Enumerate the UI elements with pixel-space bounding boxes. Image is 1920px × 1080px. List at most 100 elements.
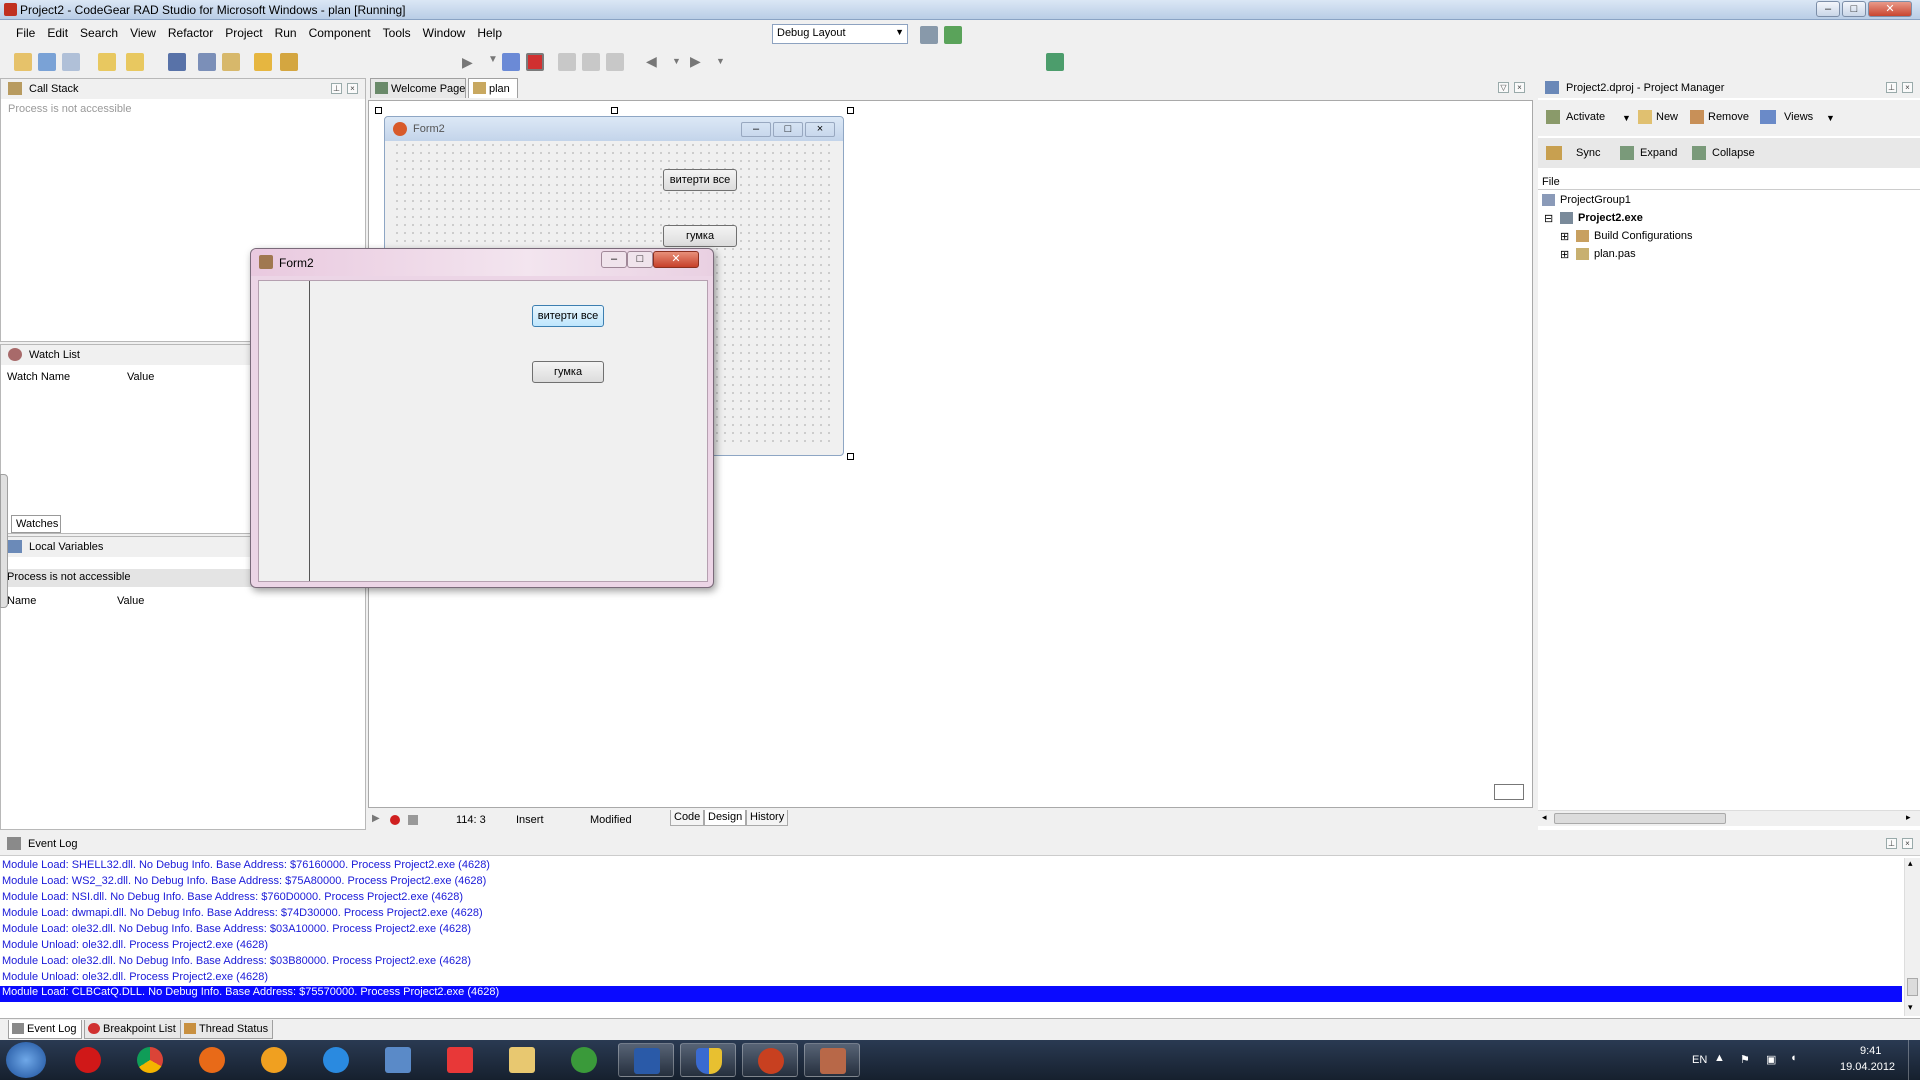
word-taskbar-button[interactable] <box>618 1043 674 1077</box>
network-icon[interactable]: ▣ <box>1766 1053 1776 1066</box>
tab-breakpoint-list[interactable]: Breakpoint List <box>84 1020 181 1039</box>
expand-button[interactable]: Expand <box>1620 146 1677 160</box>
record-macro-icon[interactable] <box>390 815 400 825</box>
log-line[interactable]: Module Load: ole32.dll. No Debug Info. B… <box>2 923 471 939</box>
set-debug-desktop-icon[interactable] <box>944 26 962 44</box>
forward-icon[interactable]: ▶ <box>690 53 701 70</box>
pause-icon[interactable] <box>502 53 520 71</box>
selection-handle[interactable] <box>375 107 382 114</box>
tray-expand-icon[interactable]: ▲ <box>1714 1052 1725 1064</box>
running-form-window[interactable]: Form2 – □ ✕ витерти все гумка <box>250 248 714 588</box>
pin-icon[interactable]: ⊥ <box>1886 838 1897 849</box>
tree-item-project2[interactable]: ⊟ Project2.exe <box>1542 212 1643 225</box>
menu-run[interactable]: Run <box>269 23 303 45</box>
menu-edit[interactable]: Edit <box>41 23 74 45</box>
tree-item-build-configurations[interactable]: ⊞ Build Configurations <box>1558 230 1692 243</box>
maximize-button[interactable]: □ <box>1842 1 1866 17</box>
remove-button[interactable]: Remove <box>1690 110 1749 124</box>
new-button[interactable]: New <box>1638 110 1678 124</box>
save-all-icon[interactable] <box>198 53 216 71</box>
utorrent-taskbar-button[interactable] <box>556 1043 612 1077</box>
stop-macro-icon[interactable] <box>408 815 418 825</box>
tree-item-projectgroup[interactable]: ProjectGroup1 <box>1542 194 1631 206</box>
eraser-button[interactable]: гумка <box>532 361 604 383</box>
local-name-column[interactable]: Name <box>7 595 36 607</box>
add-to-project-icon[interactable] <box>280 53 298 71</box>
menu-project[interactable]: Project <box>219 23 268 45</box>
log-line[interactable]: Module Load: SHELL32.dll. No Debug Info.… <box>2 859 490 875</box>
clock-date[interactable]: 19.04.2012 <box>1840 1061 1895 1073</box>
pin-icon[interactable]: ⊥ <box>1886 82 1897 93</box>
scroll-down-icon[interactable]: ▾ <box>1908 1002 1913 1013</box>
side-splitter-handle[interactable] <box>0 474 8 608</box>
tab-dropdown-icon[interactable]: ▽ <box>1498 82 1509 93</box>
sync-button[interactable]: Sync <box>1546 146 1600 160</box>
pm-horizontal-scrollbar[interactable]: ◂ ▸ <box>1538 810 1920 826</box>
log-line[interactable]: Module Unload: ole32.dll. Process Projec… <box>2 971 268 987</box>
close-icon[interactable]: × <box>347 83 358 94</box>
menu-refactor[interactable]: Refactor <box>162 23 219 45</box>
design-eraser-button[interactable]: гумка <box>663 225 737 247</box>
chrome-taskbar-button[interactable] <box>122 1043 178 1077</box>
close-icon[interactable]: × <box>1902 838 1913 849</box>
tab-design[interactable]: Design <box>704 810 747 826</box>
security-taskbar-button[interactable] <box>680 1043 736 1077</box>
menu-search[interactable]: Search <box>74 23 124 45</box>
ie-taskbar-button[interactable] <box>308 1043 364 1077</box>
local-value-column[interactable]: Value <box>117 595 144 607</box>
close-button[interactable]: ✕ <box>653 251 699 268</box>
scroll-thumb[interactable] <box>1907 978 1918 996</box>
yandex-taskbar-button[interactable] <box>432 1043 488 1077</box>
mail-taskbar-button[interactable] <box>370 1043 426 1077</box>
collapse-node-icon[interactable]: ⊟ <box>1544 212 1553 225</box>
close-file-icon[interactable] <box>222 53 240 71</box>
opera-taskbar-button[interactable] <box>60 1043 116 1077</box>
activate-dropdown-icon[interactable]: ▼ <box>1622 113 1631 123</box>
scroll-right-icon[interactable]: ▸ <box>1906 812 1911 823</box>
minimize-button[interactable]: – <box>1816 1 1840 17</box>
new-items-icon[interactable] <box>38 53 56 71</box>
views-dropdown-icon[interactable]: ▼ <box>1826 113 1835 123</box>
tab-history[interactable]: History <box>746 810 789 826</box>
log-line-selected[interactable]: Module Load: CLBCatQ.DLL. No Debug Info.… <box>0 986 1902 1002</box>
activate-button[interactable]: Activate <box>1546 110 1605 124</box>
menu-file[interactable]: File <box>10 23 41 45</box>
log-line[interactable]: Module Load: dwmapi.dll. No Debug Info. … <box>2 907 483 923</box>
minimize-button[interactable]: – <box>601 251 627 268</box>
selection-handle[interactable] <box>611 107 618 114</box>
close-button[interactable]: ✕ <box>1868 1 1912 17</box>
scroll-thumb[interactable] <box>1554 813 1726 824</box>
back-icon[interactable]: ◀ <box>646 53 657 70</box>
clear-all-button[interactable]: витерти все <box>532 305 604 327</box>
menu-window[interactable]: Window <box>417 23 472 45</box>
scroll-left-icon[interactable]: ◂ <box>1542 812 1547 823</box>
new-icon[interactable] <box>14 53 32 71</box>
start-button[interactable] <box>6 1042 46 1078</box>
explorer-taskbar-button[interactable] <box>494 1043 550 1077</box>
new-form-icon[interactable] <box>62 53 80 71</box>
expand-node-icon[interactable]: ⊞ <box>1560 248 1569 261</box>
event-log-scrollbar[interactable]: ▴ ▾ <box>1904 858 1920 1016</box>
expand-node-icon[interactable]: ⊞ <box>1560 230 1569 243</box>
rad-studio-taskbar-button[interactable] <box>742 1043 798 1077</box>
views-button[interactable]: Views <box>1760 110 1813 124</box>
tab-welcome-page[interactable]: Welcome Page <box>370 78 466 98</box>
run-to-cursor-icon[interactable] <box>606 53 624 71</box>
menu-help[interactable]: Help <box>471 23 508 45</box>
watch-value-column[interactable]: Value <box>127 371 154 383</box>
save-desktop-icon[interactable] <box>920 26 938 44</box>
open-icon[interactable] <box>98 53 116 71</box>
tree-item-plan-pas[interactable]: ⊞ plan.pas <box>1558 248 1636 261</box>
selection-handle[interactable] <box>847 107 854 114</box>
tab-plan[interactable]: plan <box>468 78 518 98</box>
show-desktop-button[interactable] <box>1908 1040 1920 1080</box>
trace-into-icon[interactable] <box>558 53 576 71</box>
volume-icon[interactable]: ◖ <box>1790 1052 1797 1064</box>
menu-component[interactable]: Component <box>303 23 377 45</box>
watches-tab[interactable]: Watches <box>11 515 61 533</box>
clock-time[interactable]: 9:41 <box>1860 1045 1881 1057</box>
open-folder-icon[interactable] <box>254 53 272 71</box>
selection-handle[interactable] <box>847 453 854 460</box>
watch-name-column[interactable]: Watch Name <box>7 371 70 383</box>
maximize-button[interactable]: □ <box>627 251 653 268</box>
